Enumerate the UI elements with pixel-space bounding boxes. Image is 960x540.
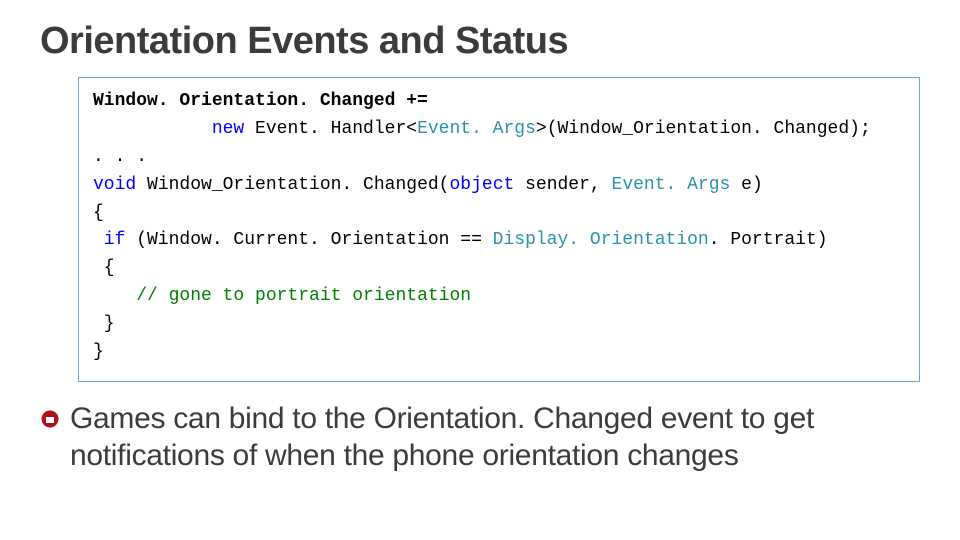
- code-text: (Window. Current. Orientation ==: [125, 230, 492, 250]
- code-keyword-if: if: [93, 230, 125, 250]
- code-text: e): [730, 175, 762, 195]
- bullet-text: Games can bind to the Orientation. Chang…: [70, 400, 920, 475]
- code-text: sender,: [514, 175, 611, 195]
- slide: Orientation Events and Status Window. Or…: [0, 0, 960, 540]
- slide-title: Orientation Events and Status: [40, 20, 920, 63]
- code-indent: [93, 119, 212, 139]
- code-comment: // gone to portrait orientation: [136, 286, 471, 306]
- code-indent: [93, 286, 136, 306]
- code-brace-open-inner: {: [93, 258, 115, 278]
- code-text: >(Window_Orientation. Changed);: [536, 119, 871, 139]
- code-type-display: Display. Orientation: [493, 230, 709, 250]
- code-keyword-void: void: [93, 175, 136, 195]
- code-line-1: Window. Orientation. Changed +=: [93, 91, 428, 111]
- code-brace-close-inner: }: [93, 314, 115, 334]
- code-brace-open: {: [93, 203, 104, 223]
- code-keyword-object: object: [449, 175, 514, 195]
- bullet-item: Games can bind to the Orientation. Chang…: [40, 400, 920, 475]
- code-text: Event. Handler<: [244, 119, 417, 139]
- code-type-eventargs: Event. Args: [417, 119, 536, 139]
- bullet-icon: [40, 409, 60, 429]
- code-text: . Portrait): [709, 230, 828, 250]
- code-block: Window. Orientation. Changed += new Even…: [78, 77, 920, 382]
- code-keyword-new: new: [212, 119, 244, 139]
- code-ellipsis: . . .: [93, 147, 147, 167]
- code-text: Window_Orientation. Changed(: [136, 175, 449, 195]
- code-brace-close: }: [93, 342, 104, 362]
- code-type-eventargs2: Event. Args: [612, 175, 731, 195]
